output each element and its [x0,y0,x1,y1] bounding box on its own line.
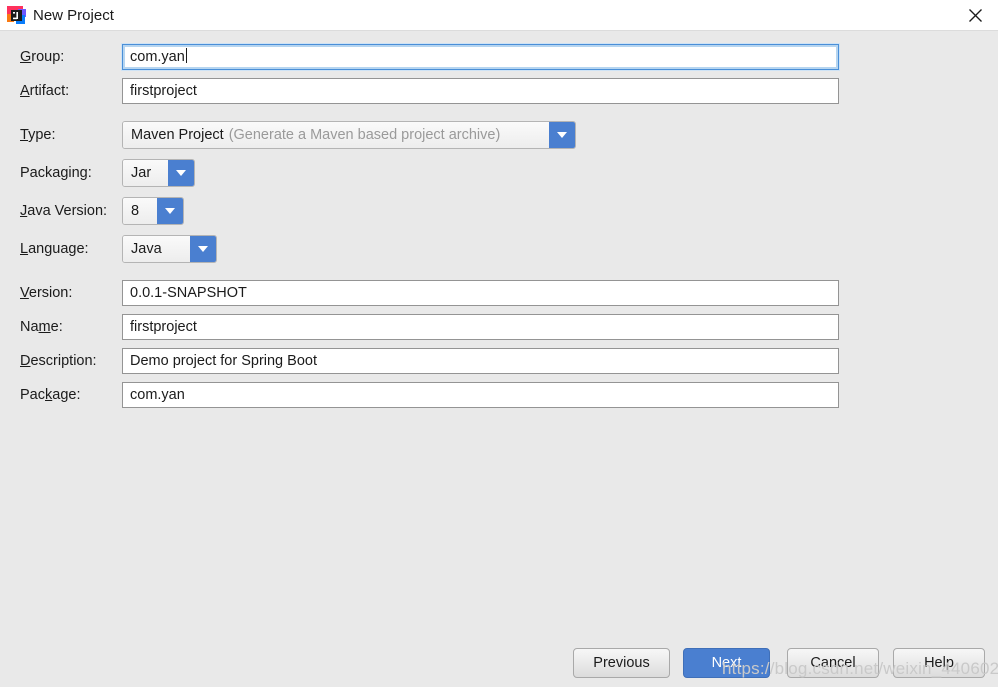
type-combobox[interactable]: Maven Project (Generate a Maven based pr… [122,121,576,149]
text-caret [185,48,187,63]
language-combobox-value: Java [123,236,190,262]
window-title: New Project [33,7,114,24]
name-label: Name: [20,319,63,335]
help-button[interactable]: Help [893,648,985,678]
chevron-down-icon[interactable] [549,122,575,148]
packaging-combobox-value: Jar [123,160,168,186]
language-label: Language: [20,241,89,257]
close-button[interactable] [952,0,998,30]
type-combobox-value: Maven Project (Generate a Maven based pr… [123,122,549,148]
version-label: Version: [20,285,73,301]
language-combobox[interactable]: Java [122,235,217,263]
type-combobox-hint: (Generate a Maven based project archive) [228,127,501,143]
packaging-combobox[interactable]: Jar [122,159,195,187]
previous-button[interactable]: Previous [573,648,670,678]
chevron-down-icon[interactable] [190,236,216,262]
java-version-combobox-value: 8 [123,198,157,224]
cancel-button[interactable]: Cancel [787,648,879,678]
name-input[interactable]: firstproject [122,314,839,340]
java-version-label: Java Version: [20,203,108,219]
description-label: Description: [20,353,97,369]
artifact-input[interactable]: firstproject [122,78,839,104]
group-input[interactable]: com.yan [122,44,839,70]
group-label: Group: [20,49,65,65]
description-input[interactable]: Demo project for Spring Boot [122,348,839,374]
chevron-down-icon[interactable] [168,160,194,186]
new-project-dialog: New Project Group: com.yan Artifact: fir… [0,0,998,687]
java-version-combobox[interactable]: 8 [122,197,184,225]
next-button[interactable]: Next [683,648,770,678]
title-bar: New Project [0,0,998,31]
chevron-down-icon[interactable] [157,198,183,224]
intellij-idea-icon [7,6,26,25]
package-label: Package: [20,387,81,403]
type-label: Type: [20,127,56,143]
packaging-label: Packaging: [20,165,92,181]
version-input[interactable]: 0.0.1-SNAPSHOT [122,280,839,306]
package-input[interactable]: com.yan [122,382,839,408]
artifact-label: Artifact: [20,83,70,99]
